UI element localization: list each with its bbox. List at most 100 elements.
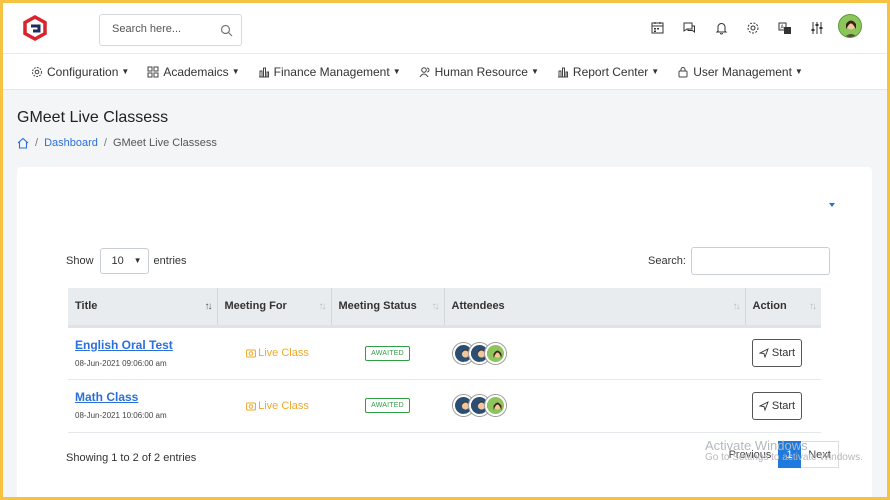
user-avatar[interactable] — [838, 14, 862, 38]
start-button-label: Start — [771, 347, 796, 359]
column-header-action[interactable]: Action ↑↓ — [745, 288, 821, 328]
start-button-label: Start — [771, 399, 796, 412]
attendee-avatars — [451, 342, 745, 364]
sort-icon[interactable]: ↑↓ — [205, 301, 213, 312]
attendees-cell — [444, 379, 745, 433]
class-datetime: 08-Jun-2021 10:06:00 am — [75, 411, 167, 420]
gear-icon — [31, 66, 43, 78]
column-header-attendees[interactable]: Attendees ↑↓ — [444, 288, 746, 328]
attendee-avatar[interactable] — [485, 342, 506, 364]
column-header-label: Action — [752, 300, 787, 313]
meeting-type-label: Live Class — [258, 347, 309, 359]
column-header-label: Attendees — [451, 300, 505, 313]
gear-icon[interactable] — [744, 19, 762, 37]
action-cell: Start — [745, 379, 821, 433]
sort-icon[interactable]: ↑↓ — [733, 301, 741, 312]
main-nav: Configuration ▼ Academaics ▼ Finance Man… — [0, 54, 890, 90]
bell-icon[interactable] — [712, 19, 730, 37]
meeting-for-cell: Live Class — [217, 379, 331, 433]
chevron-down-icon: ▼ — [133, 256, 142, 265]
lock-icon — [677, 66, 689, 78]
nav-label: User Management — [693, 64, 792, 79]
column-header-label: Meeting Status — [338, 300, 417, 313]
chevron-down-icon: ▼ — [121, 67, 130, 76]
search-input[interactable] — [112, 23, 222, 35]
start-button[interactable]: Start — [752, 339, 802, 367]
sort-icon[interactable]: ↑↓ — [432, 301, 440, 312]
translate-icon[interactable]: A — [776, 19, 794, 37]
chevron-down-icon: ▼ — [392, 67, 401, 76]
action-cell: Start — [745, 326, 821, 380]
nav-label: Report Center — [572, 64, 649, 79]
svg-text:A: A — [781, 24, 785, 30]
home-icon[interactable] — [17, 137, 29, 149]
nav-academics[interactable]: Academaics ▼ — [147, 64, 240, 79]
class-title-link[interactable]: English Oral Test — [75, 338, 217, 352]
page-title: GMeet Live Classess — [17, 109, 169, 126]
nav-label: Configuration — [47, 64, 119, 79]
table-row: English Oral Test 08-Jun-2021 09:06:00 a… — [68, 326, 821, 380]
sort-icon[interactable]: ↑↓ — [319, 301, 327, 312]
watermark-line-2: Go to Settings to activate Windows. — [705, 452, 863, 463]
chevron-down-icon: ▼ — [231, 67, 240, 76]
class-datetime: 08-Jun-2021 09:06:00 am — [75, 358, 167, 368]
search-icon[interactable] — [220, 24, 233, 37]
nav-label: Finance Management — [273, 64, 390, 79]
entries-select[interactable]: 10 ▼ — [99, 248, 149, 274]
column-header-label: Title — [75, 300, 98, 313]
watermark-line-1: Activate Windows — [705, 438, 808, 453]
entries-length-control: Show 10 ▼ entries — [66, 248, 187, 274]
breadcrumb-dashboard-link[interactable]: Dashboard — [44, 137, 98, 149]
meeting-type: Live Class — [224, 400, 331, 412]
table-header-row: Title ↑↓ Meeting For ↑↓ Meeting Status ↑↓ A… — [68, 288, 821, 328]
show-label: Show — [66, 255, 94, 267]
table-info: Showing 1 to 2 of 2 entries — [66, 452, 197, 464]
header-icons: A — [634, 14, 862, 38]
status-badge: AWAITED — [365, 398, 410, 413]
attendee-avatars — [451, 395, 745, 416]
gmeet-classes-table: Title ↑↓ Meeting For ↑↓ Meeting Status ↑↓ A… — [68, 288, 821, 433]
nav-label: Academaics — [163, 64, 229, 79]
meeting-for-cell: Live Class — [217, 326, 331, 380]
send-icon — [758, 400, 769, 411]
title-cell: English Oral Test 08-Jun-2021 09:06:00 a… — [68, 326, 217, 380]
nav-configuration[interactable]: Configuration ▼ — [31, 65, 129, 79]
start-button[interactable]: Start — [752, 391, 802, 420]
column-header-meeting-for[interactable]: Meeting For ↑↓ — [217, 288, 332, 328]
camera-icon — [246, 349, 257, 358]
sliders-icon[interactable] — [808, 19, 826, 37]
search-box[interactable] — [99, 14, 242, 46]
attendee-avatar[interactable] — [485, 395, 506, 416]
table-search-label: Search: — [648, 255, 686, 267]
nav-report-center[interactable]: Report Center ▼ — [557, 65, 659, 79]
calendar-icon[interactable] — [648, 19, 666, 37]
entries-label: entries — [153, 255, 187, 267]
entries-select-value: 10 — [111, 255, 124, 267]
column-header-label: Meeting For — [224, 300, 287, 313]
breadcrumb-separator: / — [35, 137, 39, 149]
status-badge: AWAITED — [365, 345, 410, 361]
nav-finance-management[interactable]: Finance Management ▼ — [258, 65, 401, 79]
collapse-caret-icon[interactable] — [829, 203, 835, 207]
column-header-title[interactable]: Title ↑↓ — [68, 288, 218, 328]
class-title-link[interactable]: Math Class — [75, 390, 217, 404]
table-search-input[interactable] — [690, 247, 830, 275]
table-search: Search: — [648, 247, 830, 275]
chevron-down-icon: ▼ — [530, 67, 539, 76]
nav-user-management[interactable]: User Management ▼ — [677, 65, 803, 79]
attendees-cell — [444, 326, 745, 380]
sort-icon[interactable]: ↑↓ — [809, 301, 817, 312]
meeting-type-label: Live Class — [258, 399, 309, 412]
camera-icon — [246, 402, 257, 410]
activate-windows-watermark: Activate Windows Go to Settings to activ… — [705, 438, 863, 464]
nav-label: Human Resource — [434, 64, 528, 79]
breadcrumb-current: GMeet Live Classess — [112, 137, 217, 149]
app-logo[interactable] — [22, 15, 48, 41]
chat-icon[interactable] — [680, 19, 698, 37]
bar-chart-icon — [557, 66, 569, 78]
chevron-down-icon: ▼ — [794, 67, 803, 76]
nav-human-resource[interactable]: Human Resource ▼ — [419, 65, 539, 79]
column-header-meeting-status[interactable]: Meeting Status ↑↓ — [331, 288, 445, 328]
status-cell: AWAITED — [331, 326, 444, 380]
bar-chart-icon — [258, 66, 270, 78]
